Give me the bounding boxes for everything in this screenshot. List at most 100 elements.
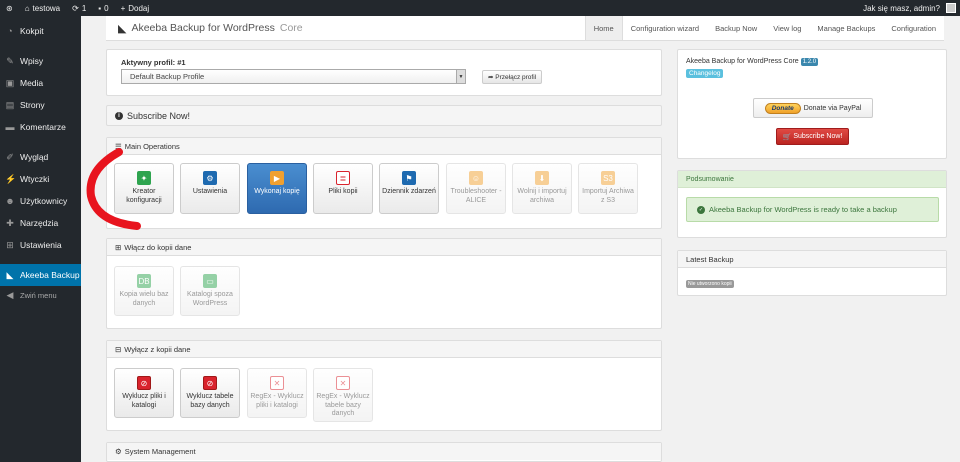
dropdown-arrow-icon: ▼	[456, 70, 465, 83]
brush-icon: ✐	[6, 151, 14, 162]
tile-exclude-files[interactable]: ⊘ Wyklucz pliki i katalogi	[114, 368, 174, 418]
updates-icon: ⟳	[72, 3, 79, 13]
sidebar-item-kokpit[interactable]: ◔ Kokpit	[0, 20, 81, 42]
collapse-menu-button[interactable]: ◀ Zwiń menu	[0, 286, 81, 304]
sidebar-item-wtyczki[interactable]: ⚡ Wtyczki	[0, 168, 81, 190]
tile-backup-files[interactable]: ≣ Pliki kopii	[313, 163, 373, 214]
info-panel: Akeeba Backup for WordPress Core 1.2.0 Ch…	[677, 49, 947, 159]
add-new-label: Dodaj	[128, 3, 150, 13]
tile-exclude-tables[interactable]: ⊘ Wyklucz tabele bazy danych	[180, 368, 240, 418]
tile-offsite-directories[interactable]: ▭ Katalogi spoza WordPress	[180, 266, 240, 316]
updates-count: 1	[81, 3, 87, 13]
sidebar-item-wyglad[interactable]: ✐ Wygląd	[0, 146, 81, 168]
product-title-row: Akeeba Backup for WordPress Core 1.2.0	[686, 58, 819, 66]
latest-backup-panel: Latest Backup Nie utworzono kopii	[677, 250, 947, 296]
media-icon: ▣	[5, 77, 15, 88]
tile-troubleshooter-alice[interactable]: ☺ Troubleshooter - ALICE	[446, 163, 506, 214]
page-icon: ▤	[5, 99, 15, 110]
folder-icon: ▭	[203, 274, 217, 288]
version-badge: 1.2.0	[800, 58, 819, 66]
tile-log[interactable]: ⚑ Dziennik zdarzeń	[379, 163, 439, 214]
admin-bar: ⊛ ⌂ testowa ⟳ 1 ▪ 0 + Dodaj Jak się masz…	[0, 0, 960, 16]
home-icon: ⌂	[24, 3, 30, 13]
brand[interactable]: ◣ Akeeba Backup for WordPress Core	[106, 22, 303, 35]
settings-icon: ⊞	[6, 239, 14, 250]
minus-square-icon: ⊟	[115, 344, 122, 354]
plugin-icon: ⚡	[5, 173, 17, 184]
wp-logo-menu[interactable]: ⊛	[0, 0, 19, 16]
switch-profile-button[interactable]: ➦ Przełącz profil	[482, 70, 543, 84]
pin-icon: ✎	[6, 55, 14, 66]
paypal-donate-button[interactable]: Donate Donate via PayPal	[753, 98, 873, 118]
avatar	[946, 3, 956, 13]
tile-multiple-databases[interactable]: DB Kopia wielu baz danych	[114, 266, 174, 316]
tile-backup-now[interactable]: ▶ Wykonaj kopię	[247, 163, 307, 214]
nav-home[interactable]: Home	[584, 16, 623, 40]
check-circle-icon: ✓	[697, 205, 705, 214]
updates-menu[interactable]: ⟳ 1	[66, 0, 92, 16]
sidebar-item-strony[interactable]: ▤ Strony	[0, 94, 81, 116]
nav-backup-now[interactable]: Backup Now	[707, 16, 765, 40]
comment-bubble-icon: ▪	[98, 3, 102, 13]
comments-menu[interactable]: ▪ 0	[92, 0, 114, 16]
profile-label: Aktywny profil: #1	[121, 58, 186, 67]
summary-header: Podsumowanie	[678, 171, 946, 188]
tile-settings[interactable]: ⚙ Ustawienia	[180, 163, 240, 214]
tile-regex-exclude-tables[interactable]: ✕ RegEx - Wyklucz tabele bazy danych	[313, 368, 373, 422]
akeeba-header: ◣ Akeeba Backup for WordPress Core Home …	[106, 16, 944, 41]
s3-icon: S3	[601, 171, 615, 185]
exclude-data-header: ⊟ Wyłącz z kopii dane	[107, 341, 661, 358]
tile-regex-exclude-files[interactable]: ✕ RegEx - Wyklucz pliki i katalogi	[247, 368, 307, 418]
nav-configuration[interactable]: Configuration	[883, 16, 944, 40]
brand-suffix: Core	[279, 22, 303, 34]
include-data-panel: ⊞ Włącz do kopii dane DB Kopia wielu baz…	[106, 238, 662, 329]
brand-title: Akeeba Backup for WordPress	[131, 22, 275, 34]
sidebar-item-media[interactable]: ▣ Media	[0, 72, 81, 94]
account-menu[interactable]: Jak się masz, admin?	[857, 0, 960, 16]
regex-tables-icon: ✕	[336, 376, 350, 390]
site-name: testowa	[32, 3, 61, 13]
latest-backup-header: Latest Backup	[678, 251, 946, 268]
download-icon: ⬇	[535, 171, 549, 185]
exclude-files-icon: ⊘	[137, 376, 151, 390]
red-annotation-arc	[86, 148, 141, 230]
dashboard-icon: ◔	[7, 26, 13, 36]
subscribe-bar[interactable]: i Subscribe Now!	[106, 105, 662, 126]
cart-icon: 🛒	[782, 133, 792, 141]
main-operations-header: ☰ Main Operations	[107, 138, 661, 155]
wordpress-logo-icon: ⊛	[6, 3, 13, 13]
gear-icon: ⚙	[203, 171, 217, 185]
new-content-menu[interactable]: + Dodaj	[115, 0, 156, 16]
donate-badge: Donate	[764, 102, 801, 114]
top-nav: Home Configuration wizard Backup Now Vie…	[584, 16, 944, 40]
database-icon: DB	[137, 274, 151, 288]
cogs-icon: ⚙	[115, 447, 122, 456]
nav-manage-backups[interactable]: Manage Backups	[809, 16, 883, 40]
tile-import-archives[interactable]: ⬇ Wolnij i importuj archiwa	[512, 163, 572, 214]
subscribe-now-button[interactable]: 🛒 Subscribe Now!	[776, 128, 849, 145]
list-doc-icon: ≣	[336, 171, 350, 185]
tile-import-s3[interactable]: S3 Importuj Archiwa z S3	[578, 163, 638, 214]
changelog-button[interactable]: Changelog	[686, 69, 724, 78]
sidebar-item-akeeba-backup[interactable]: ◣ Akeeba Backup	[0, 264, 81, 286]
greeting-text: Jak się masz, admin?	[863, 3, 940, 13]
nav-view-log[interactable]: View log	[765, 16, 809, 40]
subscribe-bar-text: Subscribe Now!	[127, 110, 191, 121]
exclude-data-panel: ⊟ Wyłącz z kopii dane ⊘ Wyklucz pliki i …	[106, 340, 662, 431]
play-icon: ▶	[270, 171, 284, 185]
log-icon: ⚑	[402, 171, 416, 185]
regex-files-icon: ✕	[270, 376, 284, 390]
sidebar-item-wpisy[interactable]: ✎ Wpisy	[0, 50, 81, 72]
sidebar-item-narzedzia[interactable]: ✚ Narzędzia	[0, 212, 81, 234]
plus-square-icon: ⊞	[115, 242, 122, 252]
wrench-icon: ✚	[6, 217, 14, 228]
sidebar-item-ustawienia[interactable]: ⊞ Ustawienia	[0, 234, 81, 256]
profile-panel: Aktywny profil: #1 Default Backup Profil…	[106, 49, 662, 96]
summary-panel: Podsumowanie ✓ Akeeba Backup for WordPre…	[677, 170, 947, 238]
site-name-menu[interactable]: ⌂ testowa	[19, 0, 66, 16]
sidebar-item-uzytkownicy[interactable]: ☻ Użytkownicy	[0, 190, 81, 212]
profile-select[interactable]: Default Backup Profile ▼	[121, 69, 466, 84]
info-icon: i	[115, 111, 123, 120]
sidebar-item-komentarze[interactable]: ▬ Komentarze	[0, 116, 81, 138]
nav-configuration-wizard[interactable]: Configuration wizard	[623, 16, 707, 40]
